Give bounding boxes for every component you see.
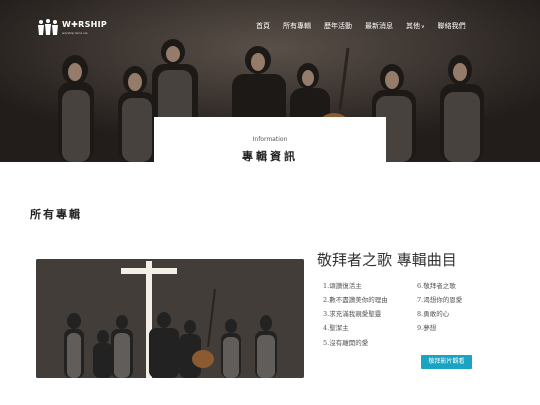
track-item[interactable]: 7.渴想你的恩愛 [417, 294, 462, 304]
page-title: 專輯資訊 [242, 150, 298, 163]
track-item[interactable]: 1.頌讚復活主 [323, 280, 362, 290]
track-item[interactable]: 9.夢想 [417, 322, 436, 332]
nav-contact[interactable]: 聯絡我們 [438, 21, 466, 31]
nav-news[interactable]: 最新消息 [365, 21, 393, 31]
main-nav: 首頁 所有專輯 歷年活動 最新消息 其他∨ 聯絡我們 [256, 21, 479, 31]
nav-home[interactable]: 首頁 [256, 21, 270, 31]
album-photo-image [36, 259, 304, 378]
nav-other-label: 其他 [406, 22, 420, 30]
track-item[interactable]: 5.沒有離開的愛 [323, 337, 368, 347]
nav-other[interactable]: 其他∨ [406, 21, 425, 31]
logo-subtitle: worship de la vie [62, 31, 88, 35]
track-item[interactable]: 4.聖潔主 [323, 322, 349, 332]
track-item[interactable]: 2.數不盡讚美你的理由 [323, 294, 388, 304]
info-card: Information 專輯資訊 [154, 117, 386, 163]
info-label: Information [252, 136, 288, 143]
nav-albums[interactable]: 所有專輯 [283, 21, 311, 31]
watch-video-button[interactable]: 敬拜影片觀看 [421, 355, 472, 369]
nav-events[interactable]: 歷年活動 [324, 21, 352, 31]
track-item[interactable]: 6.敬拜者之歌 [417, 280, 456, 290]
album-title: 敬拜者之歌 專輯曲目 [317, 251, 457, 269]
chevron-down-icon: ∨ [421, 24, 425, 30]
album-photo [36, 259, 304, 378]
track-item[interactable]: 3.求充滿我親愛聖靈 [323, 308, 381, 318]
track-item[interactable]: 8.勇敢的心 [417, 308, 449, 318]
logo-text[interactable]: W✚RSHIP [62, 20, 107, 29]
section-title: 所有專輯 [30, 208, 82, 221]
